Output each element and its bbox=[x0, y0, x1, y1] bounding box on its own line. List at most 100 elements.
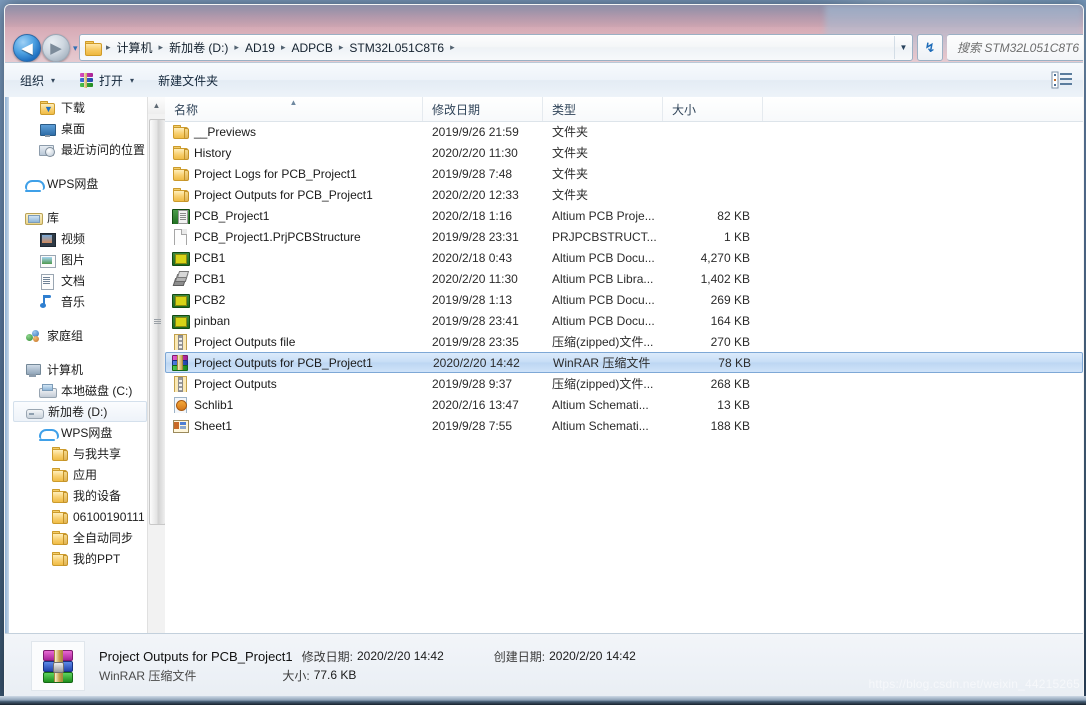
view-mode-icon[interactable] bbox=[1051, 71, 1073, 89]
open-button[interactable]: 打开 ▾ bbox=[70, 68, 143, 92]
sidebar-item-label: 全自动同步 bbox=[73, 531, 134, 545]
column-header-type[interactable]: 类型 bbox=[543, 97, 663, 121]
folder-icon bbox=[172, 166, 189, 182]
scrollbar-thumb[interactable] bbox=[149, 119, 165, 525]
forward-button[interactable]: ▶ bbox=[42, 34, 70, 62]
cell-size: 1,402 KB bbox=[700, 271, 750, 286]
sidebar-item-label: 06100190111 bbox=[73, 509, 145, 524]
breadcrumb-item[interactable]: 新加卷 (D:) bbox=[166, 37, 231, 58]
breadcrumb: ▸ 计算机 ▸ 新加卷 (D:) ▸ AD19 ▸ ADPCB ▸ STM32L051C8T6 ▸ bbox=[103, 37, 894, 58]
sidebar-item-18[interactable]: 全自动同步 bbox=[5, 527, 146, 548]
breadcrumb-separator: ▸ bbox=[280, 42, 286, 52]
file-name-label: pinban bbox=[194, 313, 231, 328]
sidebar-item-6[interactable]: 图片 bbox=[5, 249, 146, 270]
table-row[interactable]: Schlib1 2020/2/16 13:47 Altium Schemati...… bbox=[165, 394, 1083, 415]
table-row[interactable]: Project Logs for PCB_Project1 2019/9/28 7… bbox=[165, 163, 1083, 184]
sidebar-item-19[interactable]: 我的PPT bbox=[5, 548, 146, 569]
cell-type: Altium PCB Docu... bbox=[552, 292, 655, 307]
details-text-block: Project Outputs for PCB_Project1 修改日期: 2… bbox=[99, 647, 636, 685]
sidebar-item-label: 图片 bbox=[61, 253, 86, 267]
folder-icon bbox=[51, 530, 68, 546]
cell-size: 270 KB bbox=[710, 334, 750, 349]
content-area: ▼ 下载 桌面 最近访问的位置 WPS网盘库视频 图片 文档 音乐 家庭组 计算机 本地磁盘 (C:… bbox=[5, 97, 1083, 697]
cell-type: 压缩(zipped)文件... bbox=[552, 335, 654, 349]
sidebar-item-15[interactable]: 应用 bbox=[5, 464, 146, 485]
table-row[interactable]: History 2020/2/20 11:30 文件夹 bbox=[165, 142, 1083, 163]
organize-button[interactable]: 组织 ▾ bbox=[11, 68, 64, 92]
column-header-date[interactable]: 修改日期 bbox=[423, 97, 543, 121]
sidebar-item-5[interactable]: 视频 bbox=[5, 228, 146, 249]
breadcrumb-separator: ▸ bbox=[158, 42, 164, 52]
cell-name: PCB_Project1 bbox=[165, 208, 423, 224]
table-row[interactable]: Project Outputs for PCB_Project1 2020/2/2… bbox=[165, 184, 1083, 205]
sidebar-item-8[interactable]: 音乐 bbox=[5, 291, 146, 312]
file-name-label: Project Outputs for PCB_Project1 bbox=[194, 187, 373, 202]
refresh-button[interactable]: ↯ bbox=[917, 34, 943, 61]
cell-type: Altium PCB Proje... bbox=[552, 208, 655, 223]
file-name-label: Schlib1 bbox=[194, 397, 234, 412]
table-row[interactable]: PCB1 2020/2/20 11:30 Altium PCB Libra... 1,… bbox=[165, 268, 1083, 289]
table-row[interactable]: PCB1 2020/2/18 0:43 Altium PCB Docu... 4,27… bbox=[165, 247, 1083, 268]
sidebar-item-label: 新加卷 (D:) bbox=[48, 405, 108, 419]
table-row[interactable]: Sheet1 2019/9/28 7:55 Altium Schemati... 18… bbox=[165, 415, 1083, 436]
file-name-label: Project Outputs for PCB_Project1 bbox=[194, 355, 373, 370]
new-folder-label: 新建文件夹 bbox=[158, 73, 219, 88]
sidebar-item-14[interactable]: 与我共享 bbox=[5, 443, 146, 464]
table-row[interactable]: PCB_Project1 2020/2/18 1:16 Altium PCB Pro… bbox=[165, 205, 1083, 226]
address-bar[interactable]: ▸ 计算机 ▸ 新加卷 (D:) ▸ AD19 ▸ ADPCB ▸ STM32L051C8T6 ▸ … bbox=[79, 34, 913, 61]
sidebar-item-label: 与我共享 bbox=[73, 447, 122, 461]
sidebar-item-11[interactable]: 本地磁盘 (C:) bbox=[5, 380, 146, 401]
file-list-pane: ▲ 名称 修改日期 类型 大小 __Previews 2019/9/26 21:5… bbox=[165, 97, 1083, 697]
caret-up-icon: ▲ bbox=[152, 101, 161, 110]
table-row[interactable]: Project Outputs file 2019/9/28 23:35 压缩(zi… bbox=[165, 331, 1083, 352]
sidebar-item-16[interactable]: 我的设备 bbox=[5, 485, 146, 506]
navigation-sidebar: ▼ 下载 桌面 最近访问的位置 WPS网盘库视频 图片 文档 音乐 家庭组 计算机 本地磁盘 (C:… bbox=[5, 97, 166, 697]
details-line-secondary: WinRAR 压缩文件 大小: 77.6 KB bbox=[99, 666, 636, 685]
cell-type: Altium PCB Docu... bbox=[552, 313, 655, 328]
folder-icon bbox=[51, 467, 68, 483]
column-header-name[interactable]: ▲ 名称 bbox=[165, 97, 423, 121]
library-icon bbox=[25, 210, 43, 226]
folder-icon bbox=[51, 551, 68, 567]
table-row[interactable]: __Previews 2019/9/26 21:59 文件夹 bbox=[165, 121, 1083, 142]
new-folder-button[interactable]: 新建文件夹 bbox=[149, 68, 227, 92]
details-modified-label: 修改日期: bbox=[301, 649, 353, 664]
table-row[interactable]: PCB2 2019/9/28 1:13 Altium PCB Docu... 269 … bbox=[165, 289, 1083, 310]
sidebar-item-1[interactable]: 桌面 bbox=[5, 118, 146, 139]
video-icon bbox=[39, 231, 56, 247]
sidebar-item-9[interactable]: 家庭组 bbox=[5, 325, 146, 346]
table-row[interactable]: Project Outputs 2019/9/28 9:37 压缩(zipped)文… bbox=[165, 373, 1083, 394]
breadcrumb-item[interactable]: AD19 bbox=[242, 39, 278, 57]
scroll-up-button[interactable]: ▲ bbox=[148, 97, 165, 114]
cell-name: Schlib1 bbox=[165, 396, 423, 413]
cell-name: Project Outputs file bbox=[165, 333, 423, 350]
sidebar-item-0[interactable]: ▼ 下载 bbox=[5, 97, 146, 118]
table-row[interactable]: pinban 2019/9/28 23:41 Altium PCB Docu... 1… bbox=[165, 310, 1083, 331]
sidebar-item-12[interactable]: 新加卷 (D:) bbox=[13, 401, 147, 422]
table-row[interactable]: PCB_Project1.PrjPCBStructure 2019/9/28 23… bbox=[165, 226, 1083, 247]
sidebar-scrollbar[interactable]: ▲ ▼ bbox=[147, 97, 165, 697]
breadcrumb-item[interactable]: 计算机 bbox=[114, 37, 156, 58]
sidebar-item-17[interactable]: 06100190111 bbox=[5, 506, 146, 527]
toolbar: 组织 ▾ 打开 ▾ 新建文件夹 bbox=[5, 62, 1083, 98]
breadcrumb-item[interactable]: STM32L051C8T6 bbox=[346, 39, 447, 57]
sidebar-item-3[interactable]: WPS网盘 bbox=[5, 173, 146, 194]
back-button[interactable]: ◀ bbox=[13, 34, 41, 62]
organize-label: 组织 bbox=[20, 73, 45, 88]
address-dropdown-button[interactable]: chevron-down-icon▼ bbox=[894, 36, 912, 59]
column-header-size[interactable]: 大小 bbox=[663, 97, 763, 121]
breadcrumb-item[interactable]: ADPCB bbox=[289, 39, 336, 57]
sidebar-item-7[interactable]: 文档 bbox=[5, 270, 146, 291]
sort-ascending-icon: ▲ bbox=[289, 98, 298, 107]
sidebar-item-13[interactable]: WPS网盘 bbox=[5, 422, 146, 443]
column-header-name-label: 名称 bbox=[174, 102, 199, 117]
cell-type: WinRAR 压缩文件 bbox=[553, 356, 651, 370]
file-name-label: __Previews bbox=[194, 124, 257, 139]
sidebar-item-10[interactable]: 计算机 bbox=[5, 359, 146, 380]
sidebar-item-2[interactable]: 最近访问的位置 bbox=[5, 139, 146, 160]
sidebar-item-4[interactable]: 库 bbox=[5, 207, 146, 228]
cell-name: Sheet1 bbox=[165, 418, 423, 434]
search-input[interactable]: 搜索 STM32L051C8T6 bbox=[947, 34, 1083, 61]
table-row[interactable]: Project Outputs for PCB_Project1 2020/2/2… bbox=[165, 352, 1083, 373]
refresh-icon: ↯ bbox=[924, 39, 936, 55]
